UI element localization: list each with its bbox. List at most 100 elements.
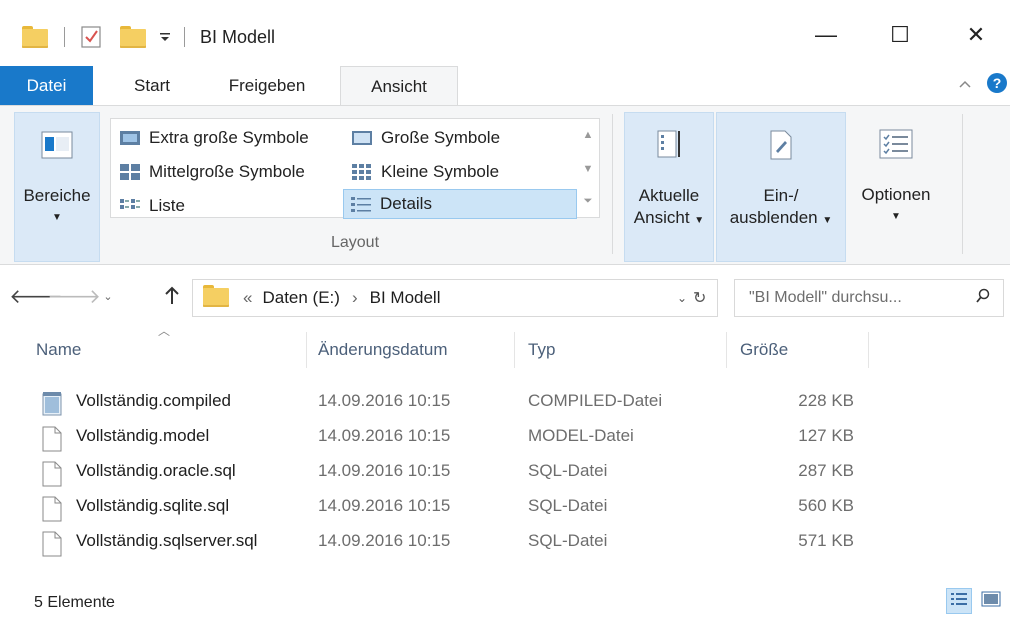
current-view-dropdown-icon: ▼ bbox=[694, 215, 705, 226]
blank-file-icon bbox=[42, 461, 62, 487]
list-icon bbox=[119, 197, 141, 215]
show-hide-dropdown-icon: ▼ bbox=[822, 215, 833, 226]
folder-icon[interactable] bbox=[22, 22, 48, 52]
layout-label: Liste bbox=[149, 196, 185, 215]
title-separator bbox=[184, 22, 185, 52]
breadcrumb-separator-icon[interactable]: › bbox=[352, 288, 358, 308]
layout-label: Kleine Symbole bbox=[381, 162, 500, 181]
collapse-ribbon-icon[interactable] bbox=[958, 76, 972, 92]
file-date: 14.09.2016 10:15 bbox=[318, 496, 451, 515]
layout-extra-large-icons[interactable]: Extra große Symbole bbox=[113, 123, 309, 153]
column-divider[interactable] bbox=[726, 332, 727, 368]
large-icons-view-toggle[interactable] bbox=[978, 588, 1004, 614]
gallery-more-icon[interactable]: ⏷ bbox=[577, 195, 599, 208]
layout-label: Mittelgroße Symbole bbox=[149, 162, 305, 181]
show-hide-label-1: Ein-/ bbox=[763, 186, 799, 205]
column-size[interactable]: Größe bbox=[740, 330, 788, 370]
column-divider[interactable] bbox=[514, 332, 515, 368]
panes-dropdown-icon: ▼ bbox=[52, 212, 62, 223]
breadcrumb-drive[interactable]: Daten (E:) bbox=[262, 288, 339, 308]
svg-text:?: ? bbox=[993, 75, 1002, 91]
file-row[interactable]: Vollständig.sqlite.sql 14.09.2016 10:15 … bbox=[0, 490, 1010, 525]
file-row[interactable]: Vollständig.sqlserver.sql 14.09.2016 10:… bbox=[0, 525, 1010, 560]
ribbon-tabs: Datei Start Freigeben Ansicht ? bbox=[0, 62, 1010, 107]
group-divider bbox=[962, 114, 963, 254]
maximize-button[interactable]: ☐ bbox=[870, 12, 930, 58]
file-name: Vollständig.sqlserver.sql bbox=[76, 531, 258, 550]
properties-icon[interactable] bbox=[80, 22, 102, 52]
file-type: SQL-Datei bbox=[528, 496, 608, 515]
search-input[interactable]: "BI Modell" durchsu... bbox=[734, 279, 1004, 317]
details-view-toggle[interactable] bbox=[946, 588, 972, 614]
customize-quick-access-icon[interactable] bbox=[158, 22, 172, 52]
current-view-button[interactable]: Aktuelle Ansicht ▼ bbox=[624, 112, 714, 262]
details-view-icon bbox=[950, 591, 968, 611]
large-icons-view-icon bbox=[981, 591, 1001, 611]
show-hide-button[interactable]: Ein-/ ausblenden ▼ bbox=[716, 112, 846, 262]
file-name: Vollständig.model bbox=[76, 426, 210, 445]
show-hide-icon bbox=[761, 125, 801, 165]
options-button[interactable]: Optionen ▼ bbox=[852, 112, 940, 262]
layout-label: Extra große Symbole bbox=[149, 128, 309, 147]
layout-label: Große Symbole bbox=[381, 128, 501, 147]
sort-ascending-icon: ︿ bbox=[158, 324, 171, 338]
show-hide-label-2: ausblenden bbox=[729, 208, 818, 227]
ribbon-view: Bereiche ▼ Extra große Symbole Große Sym… bbox=[0, 105, 1010, 265]
column-divider[interactable] bbox=[868, 332, 869, 368]
layout-small-icons[interactable]: Kleine Symbole bbox=[345, 157, 499, 187]
blank-file-icon bbox=[42, 426, 62, 452]
forward-arrow-icon[interactable]: 🡒 bbox=[47, 281, 101, 311]
current-view-label-2: Ansicht bbox=[633, 208, 690, 227]
current-view-label-1: Aktuelle bbox=[638, 186, 700, 205]
close-button[interactable]: ✕ bbox=[946, 12, 1006, 58]
recent-locations-icon[interactable]: ⌄ bbox=[94, 281, 122, 311]
tab-file[interactable]: Datei bbox=[0, 66, 93, 106]
extra-large-icons-icon bbox=[119, 129, 141, 147]
column-name[interactable]: Name bbox=[36, 330, 81, 370]
layout-large-icons[interactable]: Große Symbole bbox=[345, 123, 500, 153]
address-dropdown-icon[interactable]: ⌄ bbox=[677, 291, 687, 305]
panes-icon bbox=[37, 125, 77, 165]
file-row[interactable]: Vollständig.model 14.09.2016 10:15 MODEL… bbox=[0, 420, 1010, 455]
gallery-scroll-up-icon[interactable]: ▲ bbox=[577, 129, 599, 141]
file-date: 14.09.2016 10:15 bbox=[318, 426, 451, 445]
layout-list[interactable]: Liste bbox=[113, 191, 185, 221]
file-type: SQL-Datei bbox=[528, 461, 608, 480]
minimize-button[interactable]: — bbox=[796, 12, 856, 58]
small-icons-icon bbox=[351, 163, 373, 181]
refresh-icon[interactable]: ↻ bbox=[693, 288, 706, 308]
navigation-bar: 🡐 🡒 ⌄ « Daten (E:) › BI Modell ⌄ ↻ "BI M… bbox=[0, 275, 1010, 319]
breadcrumb-overflow[interactable]: « bbox=[243, 288, 252, 308]
group-divider bbox=[612, 114, 613, 254]
up-arrow-icon[interactable] bbox=[158, 281, 186, 311]
file-row[interactable]: Vollständig.compiled 14.09.2016 10:15 CO… bbox=[0, 385, 1010, 420]
gallery-scroll-down-icon[interactable]: ▼ bbox=[577, 163, 599, 175]
file-size: 228 KB bbox=[798, 391, 854, 410]
column-date[interactable]: Änderungsdatum bbox=[318, 330, 447, 370]
blank-file-icon bbox=[42, 531, 62, 557]
layout-details[interactable]: Details bbox=[343, 189, 577, 219]
tab-start[interactable]: Start bbox=[116, 66, 188, 106]
options-dropdown-icon: ▼ bbox=[891, 211, 901, 222]
column-type[interactable]: Typ bbox=[528, 330, 555, 370]
layout-medium-icons[interactable]: Mittelgroße Symbole bbox=[113, 157, 305, 187]
search-placeholder: "BI Modell" durchsu... bbox=[749, 289, 902, 306]
new-folder-icon[interactable] bbox=[120, 22, 146, 52]
file-type: MODEL-Datei bbox=[528, 426, 634, 445]
compiled-file-icon bbox=[42, 391, 62, 417]
tab-view[interactable]: Ansicht bbox=[340, 66, 458, 107]
panes-button[interactable]: Bereiche ▼ bbox=[14, 112, 100, 262]
back-arrow-icon[interactable]: 🡐 bbox=[9, 281, 63, 311]
address-bar[interactable]: « Daten (E:) › BI Modell ⌄ ↻ bbox=[192, 279, 718, 317]
breadcrumb-current[interactable]: BI Modell bbox=[370, 288, 441, 308]
help-icon[interactable]: ? bbox=[986, 72, 1008, 97]
tab-share[interactable]: Freigeben bbox=[208, 66, 326, 106]
column-divider[interactable] bbox=[306, 332, 307, 368]
title-bar: BI Modell — ☐ ✕ bbox=[0, 0, 1010, 62]
current-view-icon bbox=[649, 125, 689, 165]
file-row[interactable]: Vollständig.oracle.sql 14.09.2016 10:15 … bbox=[0, 455, 1010, 490]
details-icon bbox=[350, 195, 372, 213]
options-label: Optionen bbox=[861, 185, 931, 204]
file-name: Vollständig.oracle.sql bbox=[76, 461, 236, 480]
search-icon[interactable] bbox=[975, 288, 991, 309]
